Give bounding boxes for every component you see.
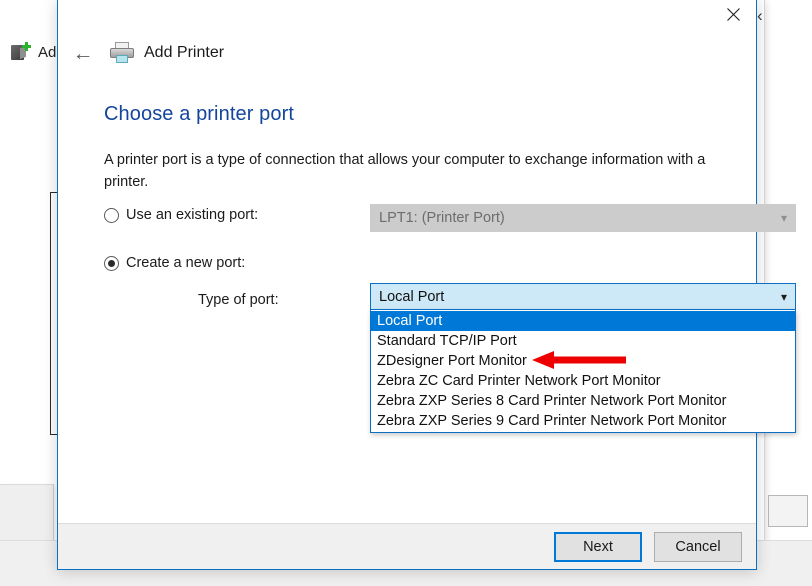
type-of-port-select[interactable]: Local Port ▾ [370, 283, 796, 310]
radio-create-new-port[interactable]: Create a new port: [104, 255, 245, 271]
next-button[interactable]: Next [554, 532, 642, 562]
radio-label-create: Create a new port: [126, 255, 245, 271]
add-printer-dialog: ← Add Printer Choose a printer port A pr… [57, 0, 757, 570]
dropdown-option[interactable]: Standard TCP/IP Port [371, 331, 795, 351]
back-arrow-icon[interactable]: ← [68, 38, 98, 68]
printer-add-icon [10, 42, 32, 62]
dropdown-option[interactable]: Zebra ZC Card Printer Network Port Monit… [371, 371, 795, 391]
radio-circle-create[interactable] [104, 256, 119, 271]
background-button[interactable] [768, 495, 808, 527]
printer-icon [110, 42, 134, 64]
dialog-titlebar [58, 0, 756, 29]
page-description: A printer port is a type of connection t… [104, 149, 712, 193]
type-of-port-label: Type of port: [198, 292, 279, 308]
app-title: Add Printer [144, 44, 224, 62]
annotation-arrow-icon [532, 349, 632, 371]
screen: Ad i S - - ‹ ← Add Printer Choose a [0, 0, 812, 586]
radio-use-existing-port[interactable]: Use an existing port: [104, 207, 258, 223]
background-add-item-label: Ad [38, 44, 56, 61]
dialog-header: ← Add Printer [58, 29, 756, 77]
dropdown-option[interactable]: Zebra ZXP Series 8 Card Printer Network … [371, 391, 795, 411]
radio-circle-existing[interactable] [104, 208, 119, 223]
radio-label-existing: Use an existing port: [126, 207, 258, 223]
dropdown-option[interactable]: Zebra ZXP Series 9 Card Printer Network … [371, 411, 795, 431]
background-footer-panel [0, 484, 54, 540]
chevron-left-icon[interactable]: ‹ [757, 6, 763, 26]
dropdown-option[interactable]: Local Port [371, 311, 795, 331]
dialog-footer: Next Cancel [58, 523, 756, 569]
background-add-item[interactable]: Ad [10, 42, 56, 62]
chevron-down-icon: ▾ [781, 211, 787, 225]
chevron-down-icon[interactable]: ▾ [781, 290, 787, 304]
type-of-port-value: Local Port [379, 289, 444, 305]
close-icon[interactable] [710, 0, 756, 29]
page-title: Choose a printer port [104, 103, 294, 126]
cancel-button[interactable]: Cancel [654, 532, 742, 562]
type-of-port-dropdown-list[interactable]: Local PortStandard TCP/IP PortZDesigner … [370, 310, 796, 433]
existing-port-value: LPT1: (Printer Port) [379, 210, 505, 226]
existing-port-select: LPT1: (Printer Port) ▾ [370, 204, 796, 232]
